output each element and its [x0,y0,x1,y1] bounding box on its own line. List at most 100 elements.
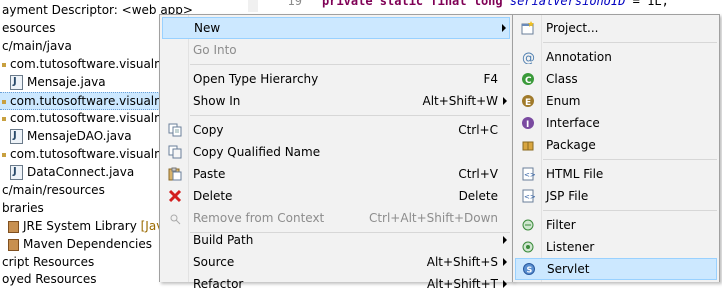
tree-row-src-main-java[interactable]: c/main/java [2,37,72,55]
submenu-item-package[interactable]: Package [515,134,717,156]
class-icon: C [520,72,536,86]
menu-item-label: Build Path [193,233,254,247]
new-submenu: Project... @ Annotation C Class E Enum I… [512,14,720,282]
package-icon [2,152,6,157]
menu-item-label: Open Type Hierarchy [193,72,319,86]
remove-from-context-icon [167,211,183,225]
menu-item-label: Copy Qualified Name [193,145,321,159]
submenu-item-class[interactable]: C Class [515,68,717,90]
listener-icon [520,240,536,254]
menu-item-paste[interactable]: Paste Ctrl+V [162,163,510,185]
paste-icon [167,167,183,181]
menu-separator [543,159,717,160]
tree-row-label: oyed Resources [2,272,97,286]
submenu-item-servlet[interactable]: S Servlet [515,258,717,280]
menu-item-label: Paste [193,167,226,181]
menu-item-label: Interface [546,116,600,130]
submenu-item-html-file[interactable]: <> HTML File [515,163,717,185]
tree-row-package-selected[interactable]: com.tutosoftware.visualmess [0,92,186,110]
menu-item-label: HTML File [546,167,604,181]
menu-item-open-type-hierarchy[interactable]: Open Type Hierarchy F4 [162,68,510,90]
menu-item-label: Source [193,255,235,269]
menu-item-shortcut: Alt+Shift+T [427,277,498,291]
menu-item-new[interactable]: New [162,17,510,39]
menu-item-label: Package [546,138,596,152]
submenu-item-listener[interactable]: Listener [515,236,717,258]
menu-separator [190,115,510,116]
menu-item-label: Annotation [546,50,612,64]
code-rest: = 1L; [625,0,669,8]
tree-row-label: braries [2,201,44,215]
tree-row-file-dataconnect[interactable]: DataConnect.java [10,163,134,181]
code-editor[interactable]: 19 private static final long serialVersi… [258,0,722,12]
submenu-item-filter[interactable]: Filter [515,214,717,236]
menu-item-label: Filter [546,218,576,232]
jsp-file-icon: <> [520,189,536,203]
java-file-icon [10,127,23,145]
new-project-icon [520,21,536,35]
html-file-icon: <> [520,167,536,181]
svg-text:<>: <> [524,193,535,201]
menu-item-copy-qualified-name[interactable]: Copy Qualified Name [162,141,510,163]
menu-item-shortcut: Ctrl+C [458,123,498,137]
menu-item-label: Project... [546,21,599,35]
submenu-item-project[interactable]: Project... [515,17,717,39]
java-file-icon [10,73,23,91]
code-line: private static final long serialVersionU… [322,0,669,8]
package-icon [2,62,6,67]
menu-item-go-into[interactable]: Go Into [162,39,510,61]
menu-item-label: Remove from Context [193,211,325,225]
tree-row-label: JRE System Library [23,219,137,233]
copy-icon [167,123,183,137]
tree-row-resources[interactable]: esources [2,19,55,37]
menu-item-show-in[interactable]: Show In Alt+Shift+W [162,90,510,112]
submenu-arrow-icon [502,24,506,32]
interface-icon: I [520,116,536,130]
enum-icon: E [520,94,536,108]
tree-row-label: Maven Dependencies [23,237,153,251]
submenu-item-enum[interactable]: E Enum [515,90,717,112]
tree-row-file-mensajedao[interactable]: MensajeDAO.java [10,127,132,145]
menu-item-source[interactable]: Source Alt+Shift+S [162,251,510,273]
menu-separator [543,210,717,211]
code-keywords: private static final long [322,0,503,8]
package-icon [2,116,6,121]
submenu-item-jsp-file[interactable]: <> JSP File [515,185,717,207]
package-icon [2,99,6,104]
code-field: serialVersionUID [509,0,626,8]
submenu-item-annotation[interactable]: @ Annotation [515,46,717,68]
menu-item-remove-from-context[interactable]: Remove from Context Ctrl+Alt+Shift+Down [162,207,510,229]
submenu-arrow-icon [503,236,507,244]
tree-row-src-main-resources[interactable]: c/main/resources [2,181,105,199]
tree-row-script-resources[interactable]: cript Resources [2,253,94,271]
tree-row-libraries[interactable]: braries [2,199,44,217]
menu-item-label: Class [546,72,578,86]
java-file-icon [10,163,23,181]
menu-item-label: JSP File [546,189,589,203]
svg-text:E: E [525,98,531,108]
menu-item-label: Go Into [193,43,237,57]
menu-item-label: Servlet [547,262,590,276]
svg-text:<>: <> [524,171,535,179]
context-menu: New Go Into Open Type Hierarchy F4 Show … [159,14,513,291]
library-icon [8,220,19,233]
tree-row-file-mensaje[interactable]: Mensaje.java [10,73,106,91]
menu-item-delete[interactable]: Delete Delete [162,185,510,207]
library-icon [8,238,19,251]
submenu-arrow-icon [503,97,507,105]
menu-item-refactor[interactable]: Refactor Alt+Shift+T [162,273,510,295]
tree-row-label: c/main/resources [2,183,105,197]
submenu-item-interface[interactable]: I Interface [515,112,717,134]
line-number: 19 [287,0,302,8]
tree-row-deployed-resources[interactable]: oyed Resources [2,270,97,288]
copy-qualified-name-icon [167,145,183,159]
tree-row-maven-dependencies[interactable]: Maven Dependencies [8,235,152,253]
menu-item-label: Delete [193,189,233,203]
menu-item-build-path[interactable]: Build Path [162,229,510,251]
menu-item-copy[interactable]: Copy Ctrl+C [162,119,510,141]
package-icon [520,138,536,152]
project-explorer-tree: ayment Descriptor: <web app> esources c/… [0,0,202,286]
svg-text:I: I [526,120,529,130]
menu-item-label: Show In [193,94,241,108]
menu-separator [543,42,717,43]
